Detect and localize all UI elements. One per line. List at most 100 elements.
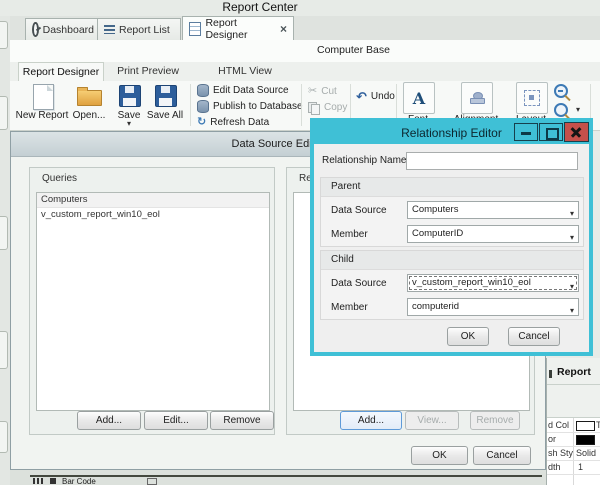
relationship-name-label: Relationship Name [322,155,407,166]
relationship-name-input[interactable] [406,152,578,170]
property-row: d Col T [547,418,600,433]
font-icon: A [413,89,425,108]
chevron-down-icon[interactable]: ▾ [570,230,574,246]
edit-data-source-button[interactable]: Edit Data Source [197,83,289,98]
queries-remove-button[interactable]: Remove [210,411,274,430]
relationship-editor-body: Relationship Name Parent Data Source Com… [314,144,589,352]
save-all-label: Save All [143,110,187,121]
parent-member-label: Member [331,229,368,240]
zoom-dropdown-icon[interactable]: ▾ [576,107,580,113]
tab-dashboard-label: Dashboard [43,24,94,36]
property-label: sh Sty [548,448,573,458]
tab-report-designer[interactable]: Report Designer × [182,16,294,41]
color-swatch-white[interactable] [576,421,595,431]
refresh-data-button[interactable]: ↻ Refresh Data [197,115,269,130]
toolbox-divider [30,475,542,477]
alignment-button[interactable] [461,82,493,114]
save-all-button[interactable]: Save All [143,81,187,129]
cut-button[interactable]: ✂ Cut [308,84,337,99]
report-panel-header: Report [547,362,600,385]
chevron-down-icon[interactable]: ▾ [570,279,574,295]
tab-close-icon[interactable]: × [280,22,287,36]
left-strip-button[interactable] [0,421,8,453]
property-grid: d Col T or sh Sty Solid dth 1 [547,417,600,485]
font-button[interactable]: A [403,82,435,114]
minimize-button[interactable] [514,123,538,141]
close-button[interactable] [564,122,589,142]
zoom-out-icon[interactable] [554,84,568,98]
property-value[interactable]: Solid [576,448,596,458]
parent-group-label: Parent [321,178,583,197]
child-member-combobox[interactable]: computerid ▾ [407,298,579,316]
undo-button[interactable]: ↶ Undo [356,89,395,104]
chevron-down-icon[interactable]: ▾ [570,303,574,319]
left-strip-button[interactable] [0,216,8,250]
copy-button[interactable]: Copy [308,100,347,115]
parent-member-combobox[interactable]: ComputerID ▾ [407,225,579,243]
relationships-remove-button[interactable]: Remove [470,411,520,430]
ribbon-tab-html-view[interactable]: HTML View [208,62,282,81]
tab-dashboard[interactable]: Dashboard [25,18,101,40]
scissors-icon: ✂ [308,86,317,97]
open-button[interactable]: Open... [67,81,111,129]
toolbox-strip: Bar Code [10,470,546,485]
left-strip-button[interactable] [0,331,8,369]
relationships-add-button[interactable]: Add... [340,411,402,430]
relationship-ok-button[interactable]: OK [447,327,489,346]
dse-cancel-button[interactable]: Cancel [473,446,531,465]
tab-report-list[interactable]: Report List [97,18,181,40]
maximize-button[interactable] [539,123,563,141]
tab-report-designer-label: Report Designer [205,17,272,41]
new-report-button[interactable]: New Report [12,81,72,129]
layout-icon [524,90,540,106]
refresh-data-label: Refresh Data [210,117,269,128]
new-page-icon [33,84,54,110]
color-swatch-black[interactable] [576,435,595,445]
queries-edit-button[interactable]: Edit... [144,411,208,430]
dse-ok-button[interactable]: OK [411,446,468,465]
toolbox-item-label[interactable]: Bar Code [62,477,96,485]
relationships-view-button[interactable]: View... [405,411,459,430]
left-strip-button[interactable] [0,21,8,49]
copy-icon [308,102,320,114]
child-group: Child Data Source v_custom_report_win10_… [320,250,584,320]
zoom-icon[interactable] [554,103,568,117]
document-caption: Computer Base [317,44,390,56]
layout-button[interactable] [516,82,548,114]
ribbon-tab-report-designer[interactable]: Report Designer [18,62,104,82]
left-strip-button[interactable] [0,96,8,130]
main-tab-bar: Dashboard Report List Report Designer × [10,16,600,40]
report-panel-title: Report [557,366,591,378]
relationship-cancel-button[interactable]: Cancel [508,327,560,346]
child-group-label: Child [321,251,583,270]
panel-pin-icon [549,370,552,378]
folder-icon [77,90,102,106]
publish-to-database-button[interactable]: Publish to Database [197,99,303,114]
refresh-icon: ↻ [197,117,206,128]
ribbon-separator [190,84,191,126]
property-value[interactable]: 1 [578,462,583,472]
child-data-source-combobox[interactable]: v_custom_report_win10_eol ▾ [407,274,579,292]
property-value[interactable]: T [596,420,600,430]
property-label: or [548,434,556,444]
ribbon-tab-bar: Report Designer Print Preview HTML View [10,62,600,81]
queries-add-button[interactable]: Add... [77,411,141,430]
child-data-source-value: v_custom_report_win10_eol [412,277,531,288]
parent-data-source-combobox[interactable]: Computers ▾ [407,201,579,219]
list-icon [104,25,115,34]
list-item[interactable]: v_custom_report_win10_eol [37,208,269,222]
window-titlebar: Report Center [0,0,520,16]
list-item[interactable]: Computers [37,193,269,208]
child-data-source-label: Data Source [331,278,387,289]
document-caption-band: Computer Base [10,40,600,63]
open-label: Open... [67,110,111,121]
child-member-label: Member [331,302,368,313]
property-row: or [547,432,600,447]
toolbox-bars-icon [33,478,43,484]
copy-label: Copy [324,102,347,113]
ribbon-tab-print-preview[interactable]: Print Preview [110,62,186,81]
chevron-down-icon[interactable]: ▾ [570,206,574,222]
minimize-icon [521,132,531,135]
toolbox-item-icon [50,478,56,484]
cut-label: Cut [321,86,337,97]
